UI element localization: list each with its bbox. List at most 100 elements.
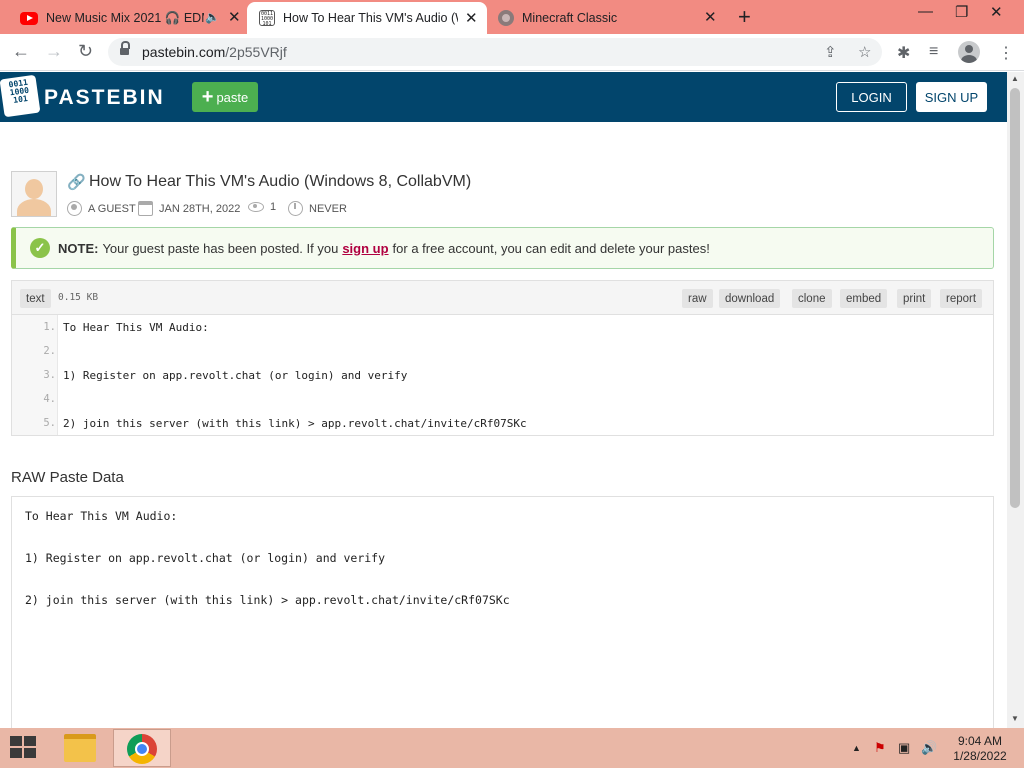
paste-date: JAN 28TH, 2022 — [138, 201, 240, 216]
site-brand[interactable]: PASTEBIN — [44, 86, 165, 110]
page-scrollbar[interactable]: ▲ ▼ — [1007, 72, 1024, 728]
web-page: 0011 1000 101 PASTEBIN + paste LOGIN SIGN … — [0, 72, 1007, 728]
user-icon — [67, 201, 82, 216]
scroll-down-icon[interactable]: ▼ — [1011, 714, 1019, 723]
code-panel: text 0.15 KB raw download clone embed pr… — [11, 280, 994, 436]
minecraft-icon — [498, 10, 514, 26]
paste-expiry: NEVER — [288, 201, 347, 216]
timer-icon — [288, 201, 303, 216]
author-text: A GUEST — [88, 202, 136, 215]
address-bar[interactable]: pastebin.com/2p55VRjf ⇪ ☆ — [108, 38, 882, 66]
windows-taskbar: ▲ ⚑ ▣ 🔊 9:04 AM 1/28/2022 — [0, 728, 1024, 768]
raw-line: 1) Register on app.revolt.chat (or login… — [25, 551, 386, 565]
extensions-icon[interactable]: ✱ — [897, 43, 910, 63]
tab-title: Minecraft Classic — [522, 11, 618, 25]
syntax-tag[interactable]: text — [20, 289, 51, 308]
calendar-icon — [138, 201, 153, 216]
tab-title: How To Hear This VM's Audio (W — [283, 11, 458, 25]
restore-icon[interactable]: ❐ — [955, 3, 968, 21]
back-icon[interactable]: ← — [12, 41, 30, 62]
action-center-flag-icon[interactable]: ⚑ — [874, 740, 886, 756]
notice-text: for a free account, you can edit and del… — [392, 240, 710, 256]
close-window-icon[interactable]: ✕ — [990, 3, 1003, 21]
chrome-taskbar-button[interactable] — [113, 729, 171, 767]
site-header: 0011 1000 101 PASTEBIN + paste LOGIN SIGN … — [0, 72, 1007, 122]
raw-paste-textarea[interactable]: To Hear This VM Audio: 1) Register on ap… — [11, 496, 994, 728]
line-number: 4. — [43, 393, 56, 405]
code-line: 2) join this server (with this link) > a… — [63, 417, 527, 430]
tab-minecraft[interactable]: Minecraft Classic — [492, 2, 724, 34]
network-icon[interactable]: ▣ — [898, 740, 910, 756]
paste-views: 1 — [248, 201, 276, 213]
url-domain: pastebin.com — [142, 44, 226, 60]
reload-icon[interactable]: ↻ — [78, 41, 93, 62]
code-line: To Hear This VM Audio: — [63, 321, 209, 334]
eye-icon — [248, 202, 264, 212]
browser-tab-strip: New Music Mix 2021 🎧 EDM 🔈 ✕ 0011 1000 101… — [0, 0, 1024, 34]
line-number: 1. — [43, 321, 56, 333]
screen: New Music Mix 2021 🎧 EDM 🔈 ✕ 0011 1000 101… — [0, 0, 1024, 768]
raw-line: To Hear This VM Audio: — [25, 509, 178, 523]
tab-pastebin-active[interactable]: 0011 1000 101 How To Hear This VM's Audio … — [247, 2, 487, 34]
file-explorer-icon[interactable] — [64, 734, 96, 762]
system-clock[interactable]: 9:04 AM 1/28/2022 — [944, 734, 1016, 764]
link-icon: 🔗 — [67, 174, 86, 191]
share-icon[interactable]: ⇪ — [824, 43, 837, 61]
close-tab-icon[interactable]: ✕ — [704, 8, 717, 26]
views-text: 1 — [270, 201, 277, 213]
pastebin-logo-icon[interactable]: 0011 1000 101 — [0, 74, 41, 118]
raw-paste-heading: RAW Paste Data — [11, 469, 124, 486]
line-number: 5. — [43, 417, 56, 429]
close-tab-icon[interactable]: ✕ — [465, 9, 478, 27]
media-control-icon[interactable]: ≡ — [929, 43, 938, 61]
youtube-icon — [20, 11, 38, 25]
login-button[interactable]: LOGIN — [836, 82, 907, 112]
new-paste-button[interactable]: + paste — [192, 82, 258, 112]
download-button[interactable]: download — [719, 289, 781, 308]
paste-title: How To Hear This VM's Audio (Windows 8, … — [89, 173, 472, 190]
plus-icon: + — [201, 86, 214, 108]
profile-avatar-icon[interactable] — [958, 41, 980, 63]
tray-chevron-icon[interactable]: ▲ — [852, 743, 861, 753]
print-button[interactable]: print — [897, 289, 932, 308]
line-number: 3. — [43, 369, 56, 381]
expiry-text: NEVER — [309, 202, 347, 215]
close-tab-icon[interactable]: ✕ — [228, 8, 241, 26]
paste-button-label: paste — [216, 89, 249, 105]
embed-button[interactable]: embed — [840, 289, 888, 308]
code-body: 1. To Hear This VM Audio: 2. 3. 1) Regis… — [12, 315, 993, 435]
url-path: /2p55VRjf — [225, 44, 287, 60]
lock-icon — [120, 41, 130, 56]
paste-author: A GUEST — [67, 201, 136, 216]
check-icon: ✓ — [30, 238, 50, 258]
raw-button[interactable]: raw — [682, 289, 713, 308]
clock-time: 9:04 AM — [957, 734, 1003, 748]
minimize-icon[interactable]: — — [918, 3, 933, 20]
signup-button[interactable]: SIGN UP — [916, 82, 987, 112]
volume-icon[interactable]: 🔊 — [921, 740, 937, 756]
scroll-up-icon[interactable]: ▲ — [1011, 74, 1019, 83]
url-text[interactable]: pastebin.com/2p55VRjf — [142, 44, 287, 60]
report-button[interactable]: report — [940, 289, 983, 308]
paste-size: 0.15 KB — [58, 292, 99, 303]
pastebin-icon: 0011 1000 101 — [259, 10, 275, 27]
raw-line: 2) join this server (with this link) > a… — [25, 593, 510, 607]
speaker-icon[interactable]: 🔈 — [205, 10, 220, 24]
forward-icon[interactable]: → — [45, 41, 63, 62]
scrollbar-thumb[interactable] — [1010, 88, 1020, 508]
chrome-icon — [127, 734, 157, 764]
bookmark-star-icon[interactable]: ☆ — [858, 43, 871, 61]
windows-start-icon[interactable] — [10, 736, 38, 760]
notice-text: Your guest paste has been posted. If you — [102, 240, 339, 256]
menu-icon[interactable]: ⋮ — [998, 43, 1014, 63]
signup-link[interactable]: sign up — [342, 241, 388, 256]
code-header: text 0.15 KB raw download clone embed pr… — [12, 281, 993, 315]
guest-notice: ✓ NOTE: Your guest paste has been posted… — [11, 227, 994, 269]
clone-button[interactable]: clone — [792, 289, 832, 308]
date-text: JAN 28TH, 2022 — [159, 202, 241, 215]
code-line: 1) Register on app.revolt.chat (or login… — [63, 369, 408, 382]
new-tab-icon[interactable]: + — [738, 4, 751, 30]
user-avatar — [11, 171, 57, 217]
clock-date: 1/28/2022 — [953, 749, 1007, 763]
line-number: 2. — [43, 345, 56, 357]
